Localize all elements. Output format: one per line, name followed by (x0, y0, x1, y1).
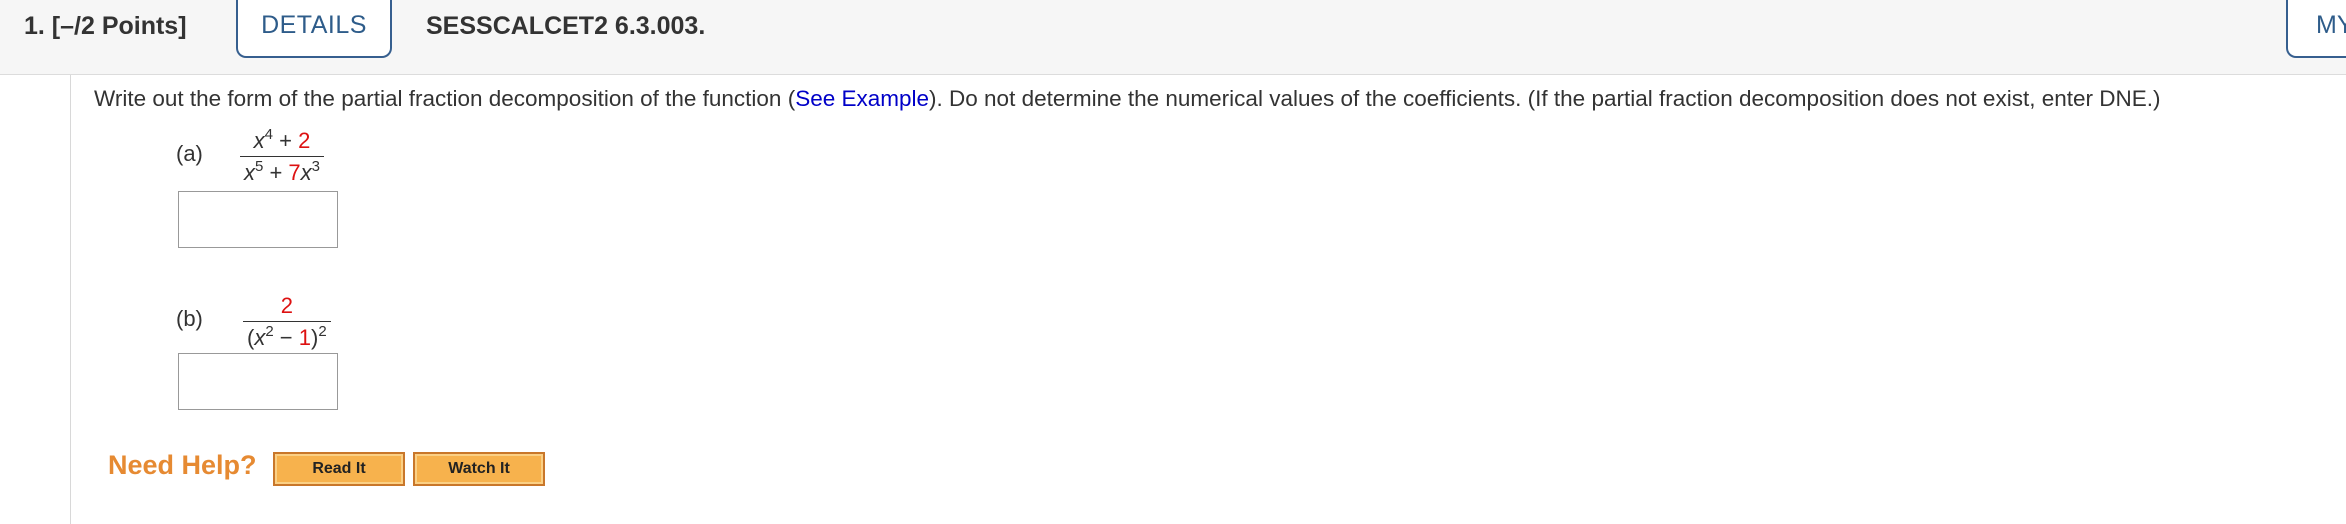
read-it-button[interactable]: Read It (273, 452, 405, 486)
need-help-label: Need Help? (108, 450, 257, 480)
part-b-answer-input[interactable] (178, 353, 338, 410)
details-button[interactable]: DETAILS (236, 0, 392, 58)
question-id: SESSCALCET2 6.3.003. (426, 12, 706, 40)
part-a-answer-input[interactable] (178, 191, 338, 248)
content-left-border (70, 75, 71, 524)
part-b-numerator: 2 (280, 293, 293, 318)
question-instructions: Write out the form of the partial fracti… (94, 86, 2160, 112)
my-notes-button[interactable]: MY (2286, 0, 2346, 58)
watch-it-button[interactable]: Watch It (413, 452, 545, 486)
part-a-denominator: x5 + 7x3 (240, 156, 325, 186)
part-a-label: (a) (176, 141, 203, 166)
question-number-points: 1. [–/2 Points] (24, 12, 187, 40)
part-a-fraction: x4 + 2 x5 + 7x3 (240, 126, 325, 186)
see-example-link[interactable]: See Example (795, 86, 929, 111)
instructions-text-start: Write out the form of the partial fracti… (94, 86, 796, 111)
part-b-fraction: 2 (x2 − 1)2 (243, 293, 331, 351)
part-a-numerator: x4 + 2 (253, 126, 311, 153)
instructions-text-end: ). Do not determine the numerical values… (929, 86, 2161, 111)
question-header: 1. [–/2 Points] DETAILS SESSCALCET2 6.3.… (0, 0, 2346, 75)
part-b-denominator: (x2 − 1)2 (243, 321, 331, 351)
part-b-label: (b) (176, 306, 203, 331)
